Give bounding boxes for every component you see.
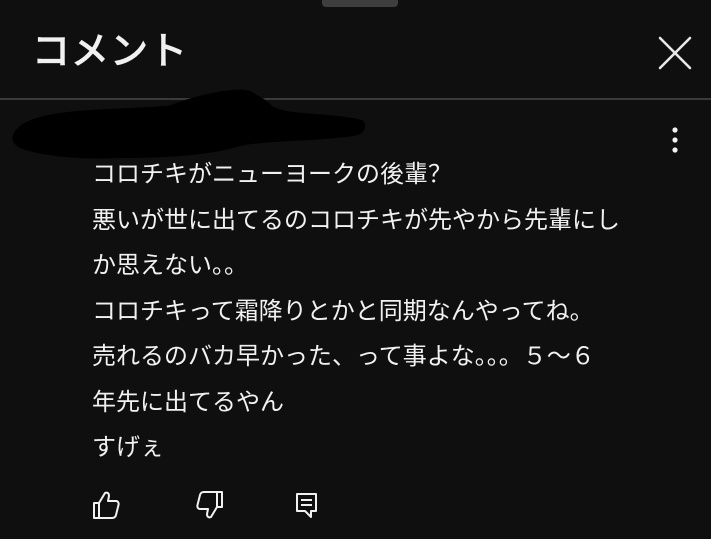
close-icon — [658, 36, 692, 70]
comment-line: すげぇ — [92, 433, 164, 461]
like-button[interactable] — [89, 488, 123, 522]
comment-panel: コメント コロチキがニューヨークの後輩？ 悪いが世に出てるのコロチキが先やから先… — [0, 0, 711, 539]
panel-header: コメント — [0, 0, 711, 100]
thumbs-down-icon — [196, 491, 223, 519]
comment-actions — [0, 482, 711, 526]
thumbs-up-icon — [93, 491, 120, 519]
comment-line: 売れるのバカ早かった、って事よな。。。５〜６ — [92, 342, 595, 370]
panel-title: コメント — [32, 29, 189, 73]
comment-line: コロチキがニューヨークの後輩？ — [92, 160, 452, 188]
comment-text: コロチキがニューヨークの後輩？ 悪いが世に出てるのコロチキが先やから先輩にし か… — [92, 152, 692, 471]
reply-button[interactable] — [290, 488, 324, 522]
comment-line: か思えない。。 — [92, 251, 248, 279]
reply-comment-icon — [296, 493, 317, 518]
dislike-button[interactable] — [193, 488, 227, 522]
comment-line: コロチキって霜降りとかと同期なんやってね。 — [92, 296, 594, 325]
comment-line: 年先に出てるやん — [92, 387, 284, 416]
comment-line: 悪いが世に出てるのコロチキが先やから先輩にし — [92, 205, 620, 234]
close-button[interactable] — [652, 32, 698, 78]
